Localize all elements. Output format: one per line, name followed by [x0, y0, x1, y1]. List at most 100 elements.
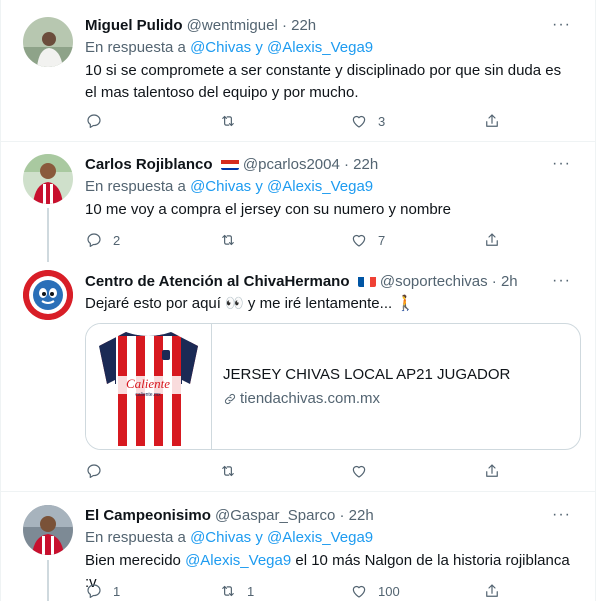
- tweet-actions: 3: [85, 111, 505, 131]
- share-button[interactable]: [483, 581, 501, 601]
- retweet-icon: [222, 115, 234, 127]
- reply-mention[interactable]: @Chivas: [190, 39, 251, 56]
- author-handle[interactable]: @pcarlos2004: [243, 156, 340, 173]
- timestamp[interactable]: 22h: [349, 507, 374, 524]
- reply-prefix: En respuesta a: [85, 529, 186, 546]
- tweet-actions: [85, 461, 505, 481]
- reply-context: En respuesta a @Chivas y @Alexis_Vega9: [85, 38, 373, 58]
- author-handle[interactable]: @Gaspar_Sparco: [215, 507, 335, 524]
- reply-and: y: [255, 178, 263, 195]
- jersey-image: Caliente caliente.mx: [86, 324, 212, 449]
- separator: ·: [344, 156, 349, 173]
- more-options-icon[interactable]: ···: [552, 16, 571, 34]
- like-button[interactable]: 7: [350, 230, 385, 250]
- more-options-icon[interactable]: ···: [552, 155, 571, 173]
- retweet-button[interactable]: [219, 461, 247, 481]
- timestamp[interactable]: 2h: [501, 273, 518, 290]
- author-name[interactable]: El Campeonisimo: [85, 507, 211, 524]
- tweet-header: Centro de Atención al ChivaHermano @sopo…: [85, 272, 518, 292]
- jersey-graphic: Caliente caliente.mx: [99, 332, 198, 446]
- avatar[interactable]: [23, 154, 73, 204]
- timestamp[interactable]: 22h: [353, 156, 378, 173]
- reply-mention[interactable]: @Alexis_Vega9: [267, 178, 373, 195]
- tweet[interactable]: Miguel Pulido @wentmiguel · 22h ··· En r…: [1, 0, 595, 141]
- heart-icon: [352, 115, 366, 128]
- reply-and: y: [255, 529, 263, 546]
- avatar[interactable]: [23, 270, 73, 320]
- retweet-icon: [222, 465, 234, 477]
- sponsor-logo: Caliente: [126, 376, 170, 391]
- retweet-button[interactable]: [219, 111, 247, 131]
- like-button[interactable]: [350, 461, 378, 481]
- timeline: Miguel Pulido @wentmiguel · 22h ··· En r…: [0, 0, 596, 601]
- tweet[interactable]: El Campeonisimo @Gaspar_Sparco · 22h ···…: [1, 492, 595, 601]
- tweet[interactable]: Carlos Rojiblanco @pcarlos2004 · 22h ···…: [1, 142, 595, 262]
- tweet-header: El Campeonisimo @Gaspar_Sparco · 22h: [85, 506, 374, 526]
- like-button[interactable]: 3: [350, 111, 385, 131]
- tweet-header: Carlos Rojiblanco @pcarlos2004 · 22h: [85, 155, 378, 175]
- author-handle[interactable]: @soportechivas: [380, 273, 488, 290]
- share-icon: [486, 464, 498, 477]
- share-button[interactable]: [483, 230, 501, 250]
- reply-button[interactable]: 2: [85, 230, 120, 250]
- tweet-actions: 2 7: [85, 230, 505, 250]
- reply-icon: [87, 114, 101, 128]
- author-handle[interactable]: @wentmiguel: [187, 17, 278, 34]
- card-domain[interactable]: tiendachivas.com.mx: [223, 390, 380, 407]
- retweet-icon: [222, 234, 234, 246]
- tweet-text: Dejaré esto por aquí 👀 y me iré lentamen…: [85, 295, 415, 312]
- card-domain-text: tiendachivas.com.mx: [240, 390, 381, 407]
- like-count: 100: [378, 583, 400, 599]
- reply-button[interactable]: 1: [85, 581, 120, 601]
- reply-count: 2: [113, 232, 121, 248]
- share-icon: [486, 233, 498, 246]
- card-title[interactable]: JERSEY CHIVAS LOCAL AP21 JUGADOR: [223, 366, 510, 383]
- heart-icon: [352, 585, 366, 598]
- reply-icon: [87, 464, 101, 478]
- share-icon: [486, 584, 498, 597]
- paraguay-flag-icon: [220, 158, 239, 170]
- author-name[interactable]: Miguel Pulido: [85, 17, 183, 34]
- avatar-image: [23, 17, 73, 67]
- avatar-image: [23, 505, 73, 555]
- thread-line: [47, 208, 49, 262]
- share-icon: [486, 114, 498, 127]
- like-count: 3: [378, 113, 386, 129]
- avatar[interactable]: [23, 505, 73, 555]
- tweet-text: 10 me voy a compra el jersey con su nume…: [85, 201, 451, 218]
- reply-icon: [87, 584, 101, 598]
- more-options-icon[interactable]: ···: [552, 272, 571, 290]
- sponsor-subtext: caliente.mx: [135, 392, 161, 398]
- share-button[interactable]: [483, 111, 501, 131]
- tweet[interactable]: Centro de Atención al ChivaHermano @sopo…: [1, 262, 595, 491]
- reply-mention[interactable]: @Chivas: [190, 178, 251, 195]
- like-button[interactable]: 100: [350, 581, 400, 601]
- heart-icon: [352, 465, 366, 478]
- timestamp[interactable]: 22h: [291, 17, 316, 34]
- reply-icon: [87, 233, 101, 247]
- link-card[interactable]: Caliente caliente.mx JERSEY CHIVAS LOCAL…: [85, 323, 581, 450]
- tweet-header: Miguel Pulido @wentmiguel · 22h: [85, 16, 316, 36]
- separator: ·: [339, 507, 345, 524]
- reply-button[interactable]: [85, 111, 113, 131]
- retweet-button[interactable]: [219, 230, 247, 250]
- reply-mention[interactable]: @Chivas: [190, 529, 251, 546]
- avatar[interactable]: [23, 17, 73, 67]
- author-name[interactable]: Centro de Atención al ChivaHermano: [85, 273, 350, 290]
- more-options-icon[interactable]: ···: [552, 506, 571, 524]
- france-flag-icon: [357, 275, 376, 287]
- retweet-button[interactable]: 1: [219, 581, 254, 601]
- author-name[interactable]: Carlos Rojiblanco: [85, 156, 213, 173]
- reply-context: En respuesta a @Chivas y @Alexis_Vega9: [85, 528, 373, 548]
- text-mention[interactable]: @Alexis_Vega9: [185, 552, 291, 569]
- reply-mention[interactable]: @Alexis_Vega9: [267, 39, 373, 56]
- link-icon: [224, 393, 236, 404]
- reply-context: En respuesta a @Chivas y @Alexis_Vega9: [85, 177, 373, 197]
- like-count: 7: [378, 232, 386, 248]
- retweet-count: 1: [247, 583, 255, 599]
- chiva-mascot-logo: [23, 270, 73, 320]
- reply-mention[interactable]: @Alexis_Vega9: [267, 529, 373, 546]
- tweet-text-start: Bien merecido: [85, 552, 181, 569]
- reply-button[interactable]: [85, 461, 113, 481]
- share-button[interactable]: [483, 461, 501, 481]
